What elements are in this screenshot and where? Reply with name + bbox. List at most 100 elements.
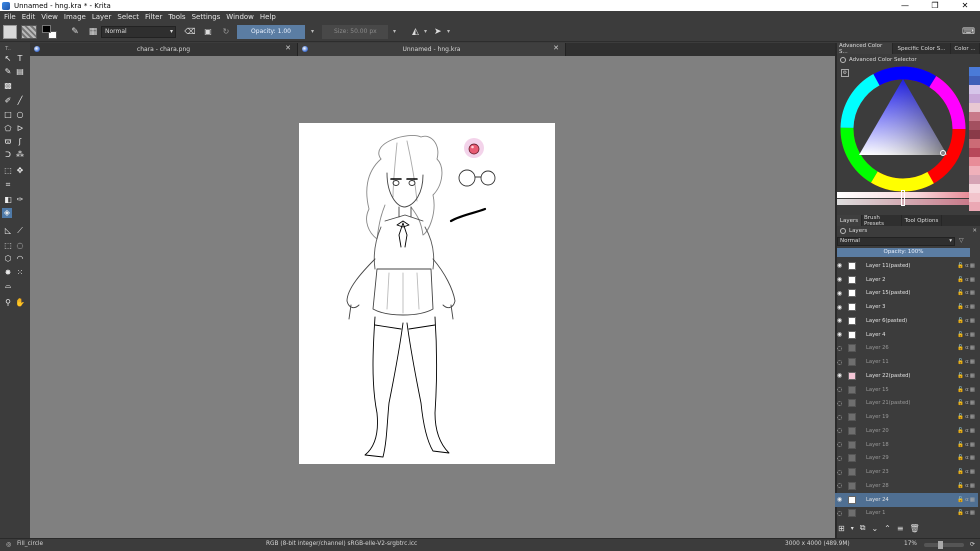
duplicate-layer-icon[interactable]: ⧉ [860, 523, 866, 533]
select-shape-tool-icon[interactable]: ↖ [3, 54, 13, 64]
document-canvas[interactable] [299, 123, 555, 464]
layer-property-icons[interactable]: 🔓α▦ [942, 510, 978, 516]
layer-row[interactable]: ◌ Layer 20 🔓α▦ [835, 424, 978, 438]
palette-swatch[interactable] [969, 184, 980, 193]
crop-tool-icon[interactable]: ⌗ [3, 180, 13, 190]
add-layer-icon[interactable]: ⊞ [838, 524, 845, 533]
layer-property-icons[interactable]: 🔓α▦ [942, 373, 978, 379]
palette-swatch[interactable] [969, 130, 980, 139]
layer-property-icons[interactable]: 🔓α▦ [942, 483, 978, 489]
hidden-eye-icon[interactable]: ◌ [835, 359, 844, 366]
close-icon[interactable]: ✕ [553, 44, 559, 52]
palette-swatch[interactable] [969, 85, 980, 94]
tab-color[interactable]: Color ... [951, 43, 980, 54]
palette-swatch[interactable] [969, 76, 980, 85]
freehand-selection-icon[interactable]: ◠ [15, 254, 25, 264]
palette-swatch[interactable] [969, 193, 980, 202]
palette-swatch[interactable] [969, 202, 980, 211]
layer-row[interactable]: ◌ Layer 23 🔓α▦ [835, 465, 978, 479]
brush-preset-icon[interactable]: ✎ [68, 25, 82, 39]
hidden-eye-icon[interactable]: ◌ [835, 482, 844, 489]
toolbar-settings-icon[interactable]: ⌨ [962, 25, 976, 39]
move-layer-down-icon[interactable]: ⌄ [871, 524, 878, 533]
grid-icon[interactable]: ▦ [86, 25, 100, 39]
minimize-button[interactable]: — [890, 0, 920, 11]
layer-property-icons[interactable]: 🔓α▦ [942, 497, 978, 503]
edit-shape-tool-icon[interactable]: ✎ [3, 67, 13, 77]
layer-row[interactable]: ◉ Layer 3 🔓α▦ [835, 300, 978, 314]
maximize-button[interactable]: ❐ [920, 0, 950, 11]
move-layer-up-icon[interactable]: ⌃ [884, 524, 891, 533]
menu-tools[interactable]: Tools [168, 13, 185, 21]
close-panel-icon[interactable]: ✕ [972, 228, 977, 234]
layer-property-icons[interactable]: 🔓α▦ [942, 414, 978, 420]
rotate-icon[interactable]: ⟳ [970, 541, 975, 548]
layer-property-icons[interactable]: 🔓α▦ [942, 332, 978, 338]
layer-property-icons[interactable]: 🔓α▦ [942, 318, 978, 324]
mirror-horizontal-icon[interactable]: ◭ [412, 25, 424, 39]
palette-swatch[interactable] [969, 103, 980, 112]
menu-settings[interactable]: Settings [192, 13, 221, 21]
rectangular-selection-icon[interactable]: ⬚ [3, 241, 13, 251]
menu-help[interactable]: Help [260, 13, 276, 21]
layer-row[interactable]: ◌ Layer 1 🔓α▦ [835, 507, 978, 521]
visible-eye-icon[interactable]: ◉ [835, 496, 844, 503]
zoom-slider[interactable] [924, 543, 964, 547]
menu-window[interactable]: Window [226, 13, 254, 21]
panel-lock-icon[interactable] [840, 57, 846, 63]
zoom-tool-icon[interactable]: ⚲ [3, 298, 13, 308]
hidden-eye-icon[interactable]: ◌ [835, 510, 844, 517]
layer-property-icons[interactable]: 🔓α▦ [942, 304, 978, 310]
fill-tool-icon[interactable]: ◈ [2, 208, 12, 218]
layer-row[interactable]: ◉ Layer 15(pasted) 🔓α▦ [835, 287, 978, 301]
calligraphy-tool-icon[interactable]: ▤ [15, 67, 25, 77]
color-wheel[interactable] [839, 65, 967, 193]
layer-row[interactable]: ◌ Layer 18 🔓α▦ [835, 438, 978, 452]
palette-swatch[interactable] [969, 139, 980, 148]
add-layer-dropdown-icon[interactable]: ▾ [851, 525, 854, 532]
menu-select[interactable]: Select [117, 13, 139, 21]
size-spin-icon[interactable]: ▾ [393, 25, 401, 39]
polyline-tool-icon[interactable]: ᐅ [15, 124, 25, 134]
foreground-color-swatch[interactable] [42, 25, 51, 33]
layer-row[interactable]: ◉ Layer 6(pasted) 🔓α▦ [835, 314, 978, 328]
visible-eye-icon[interactable]: ◉ [835, 317, 844, 324]
palette-swatch[interactable] [969, 94, 980, 103]
close-window-button[interactable]: ✕ [950, 0, 980, 11]
blend-mode-dropdown[interactable]: Normal ▾ [101, 26, 176, 38]
layer-property-icons[interactable]: 🔓α▦ [942, 387, 978, 393]
hidden-eye-icon[interactable]: ◌ [835, 345, 844, 352]
tab-hng[interactable]: Unnamed - hng.kra ✕ [298, 43, 566, 56]
tab-advanced-color[interactable]: Advanced Color S... [837, 43, 893, 55]
layer-row[interactable]: ◌ Layer 26 🔓α▦ [835, 342, 978, 356]
contiguous-selection-icon[interactable]: ✸ [3, 268, 13, 278]
palette-swatch[interactable] [969, 148, 980, 157]
layer-property-icons[interactable]: 🔓α▦ [942, 290, 978, 296]
elliptical-selection-icon[interactable]: ◌ [15, 241, 25, 251]
close-icon[interactable]: ✕ [285, 44, 291, 52]
layer-property-icons[interactable]: 🔓α▦ [942, 359, 978, 365]
measure-tool-icon[interactable]: ⟋ [15, 226, 25, 236]
hidden-eye-icon[interactable]: ◌ [835, 455, 844, 462]
multibrush-tool-icon[interactable]: ⁂ [15, 150, 25, 160]
visible-eye-icon[interactable]: ◉ [835, 276, 844, 283]
tab-layers[interactable]: Layers [837, 215, 862, 226]
gradient-tool-icon[interactable]: ◧ [3, 195, 13, 205]
tab-specific-color[interactable]: Specific Color S... [893, 43, 951, 54]
line-tool-icon[interactable]: ╱ [15, 96, 25, 106]
reload-preset-icon[interactable]: ↻ [220, 25, 232, 39]
layer-row[interactable]: ◉ Layer 11(pasted) 🔓α▦ [835, 259, 978, 273]
fill-pattern-icon[interactable] [21, 25, 37, 39]
panel-lock-icon[interactable] [840, 228, 846, 234]
layer-property-icons[interactable]: 🔓α▦ [942, 455, 978, 461]
layer-row[interactable]: ◉ Layer 2 🔓α▦ [835, 273, 978, 287]
hidden-eye-icon[interactable]: ◌ [835, 441, 844, 448]
hidden-eye-icon[interactable]: ◌ [835, 400, 844, 407]
freehand-path-tool-icon[interactable]: ʃ [15, 137, 25, 147]
palette-swatch[interactable] [969, 121, 980, 130]
layer-row[interactable]: ◌ Layer 19 🔓α▦ [835, 410, 978, 424]
visible-eye-icon[interactable]: ◉ [835, 304, 844, 311]
layer-opacity-slider[interactable]: Opacity: 100% [837, 248, 970, 257]
transform-tool-icon[interactable]: ⬚ [3, 166, 13, 176]
menu-filter[interactable]: Filter [145, 13, 162, 21]
